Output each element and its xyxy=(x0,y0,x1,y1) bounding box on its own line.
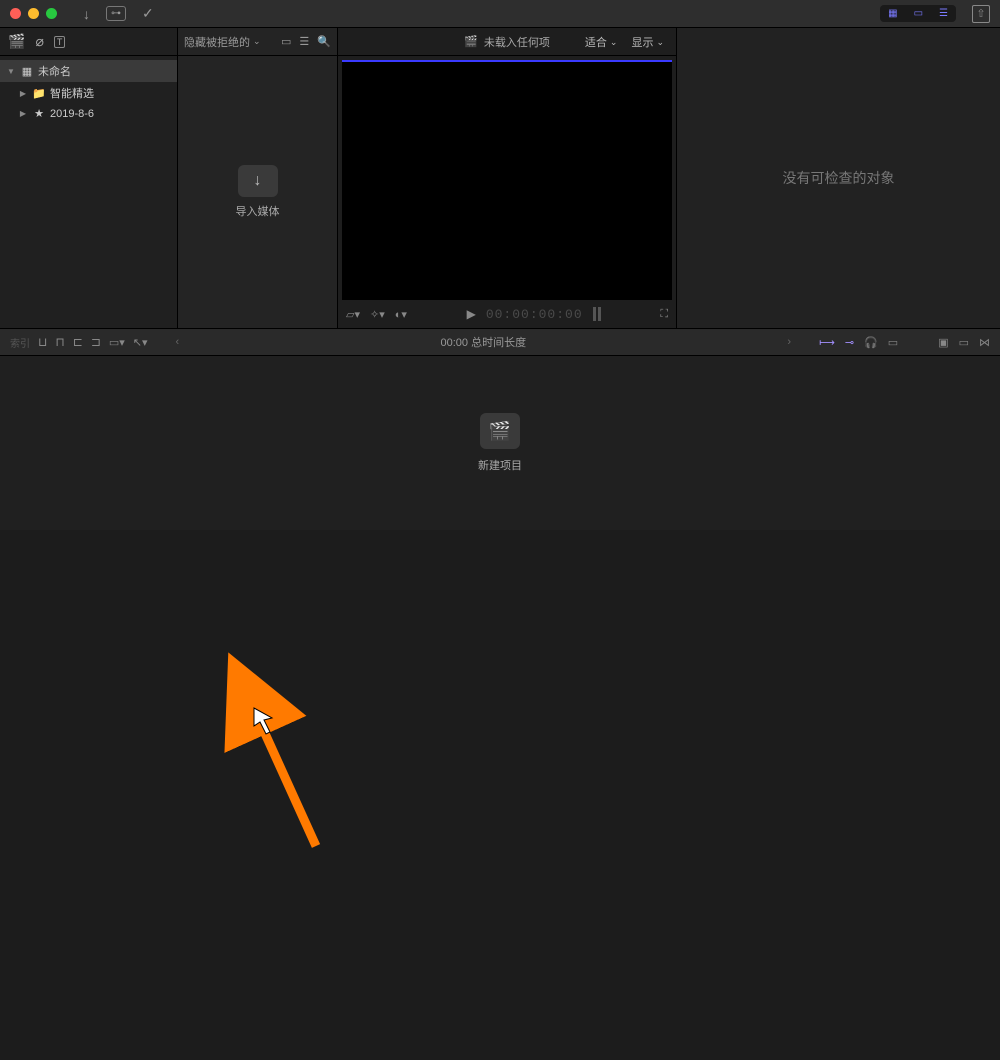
viewer-title: 未载入任何项 xyxy=(484,34,550,50)
timeline-forward-icon[interactable]: › xyxy=(767,336,811,348)
viewer-controls: ▱▾ ✧▾ ◐▾ ▶ 00:00:00:00 ⛶ xyxy=(338,300,676,328)
new-project-button[interactable]: 🎬 xyxy=(480,413,520,449)
transform-tool-icon[interactable]: ▱▾ xyxy=(346,308,360,321)
connect-clip-icon[interactable]: ⊔ xyxy=(38,335,47,349)
keyword-icon[interactable]: ⊶ xyxy=(106,6,126,21)
display-dropdown[interactable]: 显示 xyxy=(631,34,664,50)
insert-clip-icon[interactable]: ⊓ xyxy=(55,335,64,349)
search-icon[interactable]: 🔍 xyxy=(317,35,331,48)
retime-tool-icon[interactable]: ◐▾ xyxy=(395,308,407,321)
folder-icon: 📁 xyxy=(32,87,46,100)
clapperboard-icon: 🎬 xyxy=(464,35,478,48)
timeline-effects-icon[interactable]: ▭ xyxy=(959,336,969,349)
snapping-icon[interactable]: ⟼ xyxy=(819,336,835,349)
sidebar-item-event[interactable]: ▶ ★ 2019-8-6 xyxy=(0,104,177,123)
play-icon[interactable]: ▶ xyxy=(467,307,476,321)
inspector-empty-label: 没有可检查的对象 xyxy=(783,168,895,188)
transitions-icon[interactable]: ⋈ xyxy=(979,336,990,349)
window-controls xyxy=(10,8,57,19)
overwrite-clip-icon[interactable]: ⊐ xyxy=(91,335,101,349)
clip-appearance-icon[interactable]: ▭ xyxy=(281,35,291,48)
minimize-window-button[interactable] xyxy=(28,8,39,19)
list-view-icon[interactable]: ☰ xyxy=(299,35,309,48)
sidebar-item-smart[interactable]: ▶ 📁 智能精选 xyxy=(0,82,177,104)
disclosure-triangle-icon[interactable]: ▶ xyxy=(18,89,28,98)
color-tool-icon[interactable]: ✧▾ xyxy=(370,308,385,321)
photos-icon[interactable]: ⌀ xyxy=(35,33,43,50)
disclosure-triangle-icon[interactable]: ▶ xyxy=(18,109,28,118)
event-icon: ★ xyxy=(32,107,46,120)
library-root-label: 未命名 xyxy=(38,63,71,79)
media-browser: 隐藏被拒绝的 ▭ ☰ 🔍 ↓ 导入媒体 xyxy=(178,28,338,328)
audio-skimming-icon[interactable]: 🎧 xyxy=(864,336,878,349)
filter-dropdown[interactable]: 隐藏被拒绝的 xyxy=(184,34,261,50)
append-clip-icon[interactable]: ⊏ xyxy=(73,335,83,349)
timeline-back-icon[interactable]: ‹ xyxy=(156,336,200,348)
sidebar-item-label: 智能精选 xyxy=(50,85,94,101)
inspector-view-button[interactable]: ☰ xyxy=(931,5,956,22)
skimming-icon[interactable]: ⊸ xyxy=(845,336,854,349)
view-segmented-control[interactable]: ▦ ▭ ☰ xyxy=(880,5,956,22)
import-media-button[interactable]: ↓ xyxy=(238,165,278,197)
timeline[interactable]: 🎬 新建项目 xyxy=(0,356,1000,530)
clapperboard-icon: 🎬 xyxy=(489,421,511,442)
titlebar: ↓ ⊶ ✓ ▦ ▭ ☰ ⇧ xyxy=(0,0,1000,28)
import-icon[interactable]: ↓ xyxy=(77,4,96,24)
timeline-duration-label: 00:00 总时间长度 xyxy=(207,334,759,350)
viewer-canvas[interactable] xyxy=(342,60,672,300)
timeline-view-button[interactable]: ▭ xyxy=(906,5,931,22)
close-window-button[interactable] xyxy=(10,8,21,19)
library-tree: ▼ ▦ 未命名 ▶ 📁 智能精选 ▶ ★ 2019-8-6 xyxy=(0,56,177,127)
fullscreen-icon[interactable]: ⛶ xyxy=(660,308,668,321)
library-sidebar: 🎬 ⌀ T ▼ ▦ 未命名 ▶ 📁 智能精选 ▶ ★ 2019-8-6 xyxy=(0,28,178,328)
select-tool-icon[interactable]: ↖▾ xyxy=(133,336,148,349)
solo-icon[interactable]: ▭ xyxy=(888,336,898,349)
audio-meters xyxy=(593,307,601,321)
index-button[interactable]: 索引 xyxy=(10,335,30,350)
fit-dropdown[interactable]: 适合 xyxy=(585,34,618,50)
maximize-window-button[interactable] xyxy=(46,8,57,19)
share-icon[interactable]: ⇧ xyxy=(972,5,990,23)
library-root[interactable]: ▼ ▦ 未命名 xyxy=(0,60,177,82)
tools-dropdown[interactable]: ▭▾ xyxy=(109,336,125,349)
clapperboard-icon[interactable]: 🎬 xyxy=(8,33,25,50)
import-media-label: 导入媒体 xyxy=(236,203,280,219)
viewer-timecode[interactable]: 00:00:00:00 xyxy=(486,307,583,322)
inspector: 没有可检查的对象 xyxy=(676,28,1000,328)
clip-appearance-icon[interactable]: ▣ xyxy=(938,336,948,349)
download-icon: ↓ xyxy=(254,172,262,190)
titles-icon[interactable]: T xyxy=(54,36,66,48)
new-project-label: 新建项目 xyxy=(478,457,522,473)
sidebar-header: 🎬 ⌀ T xyxy=(0,28,177,56)
cursor-icon xyxy=(254,708,272,734)
viewer: 🎬 未载入任何项 适合 显示 ▱▾ ✧▾ ◐▾ ▶ 00:00:00:00 ⛶ xyxy=(338,28,676,328)
library-icon: ▦ xyxy=(20,65,34,78)
sidebar-item-label: 2019-8-6 xyxy=(50,108,94,120)
background-tasks-icon[interactable]: ✓ xyxy=(136,3,160,24)
annotation-arrow xyxy=(0,530,1000,1060)
disclosure-triangle-icon[interactable]: ▼ xyxy=(6,67,16,76)
browser-view-button[interactable]: ▦ xyxy=(880,5,905,22)
timeline-toolbar: 索引 ⊔ ⊓ ⊏ ⊐ ▭▾ ↖▾ ‹ 00:00 总时间长度 › ⟼ ⊸ 🎧 ▭… xyxy=(0,328,1000,356)
